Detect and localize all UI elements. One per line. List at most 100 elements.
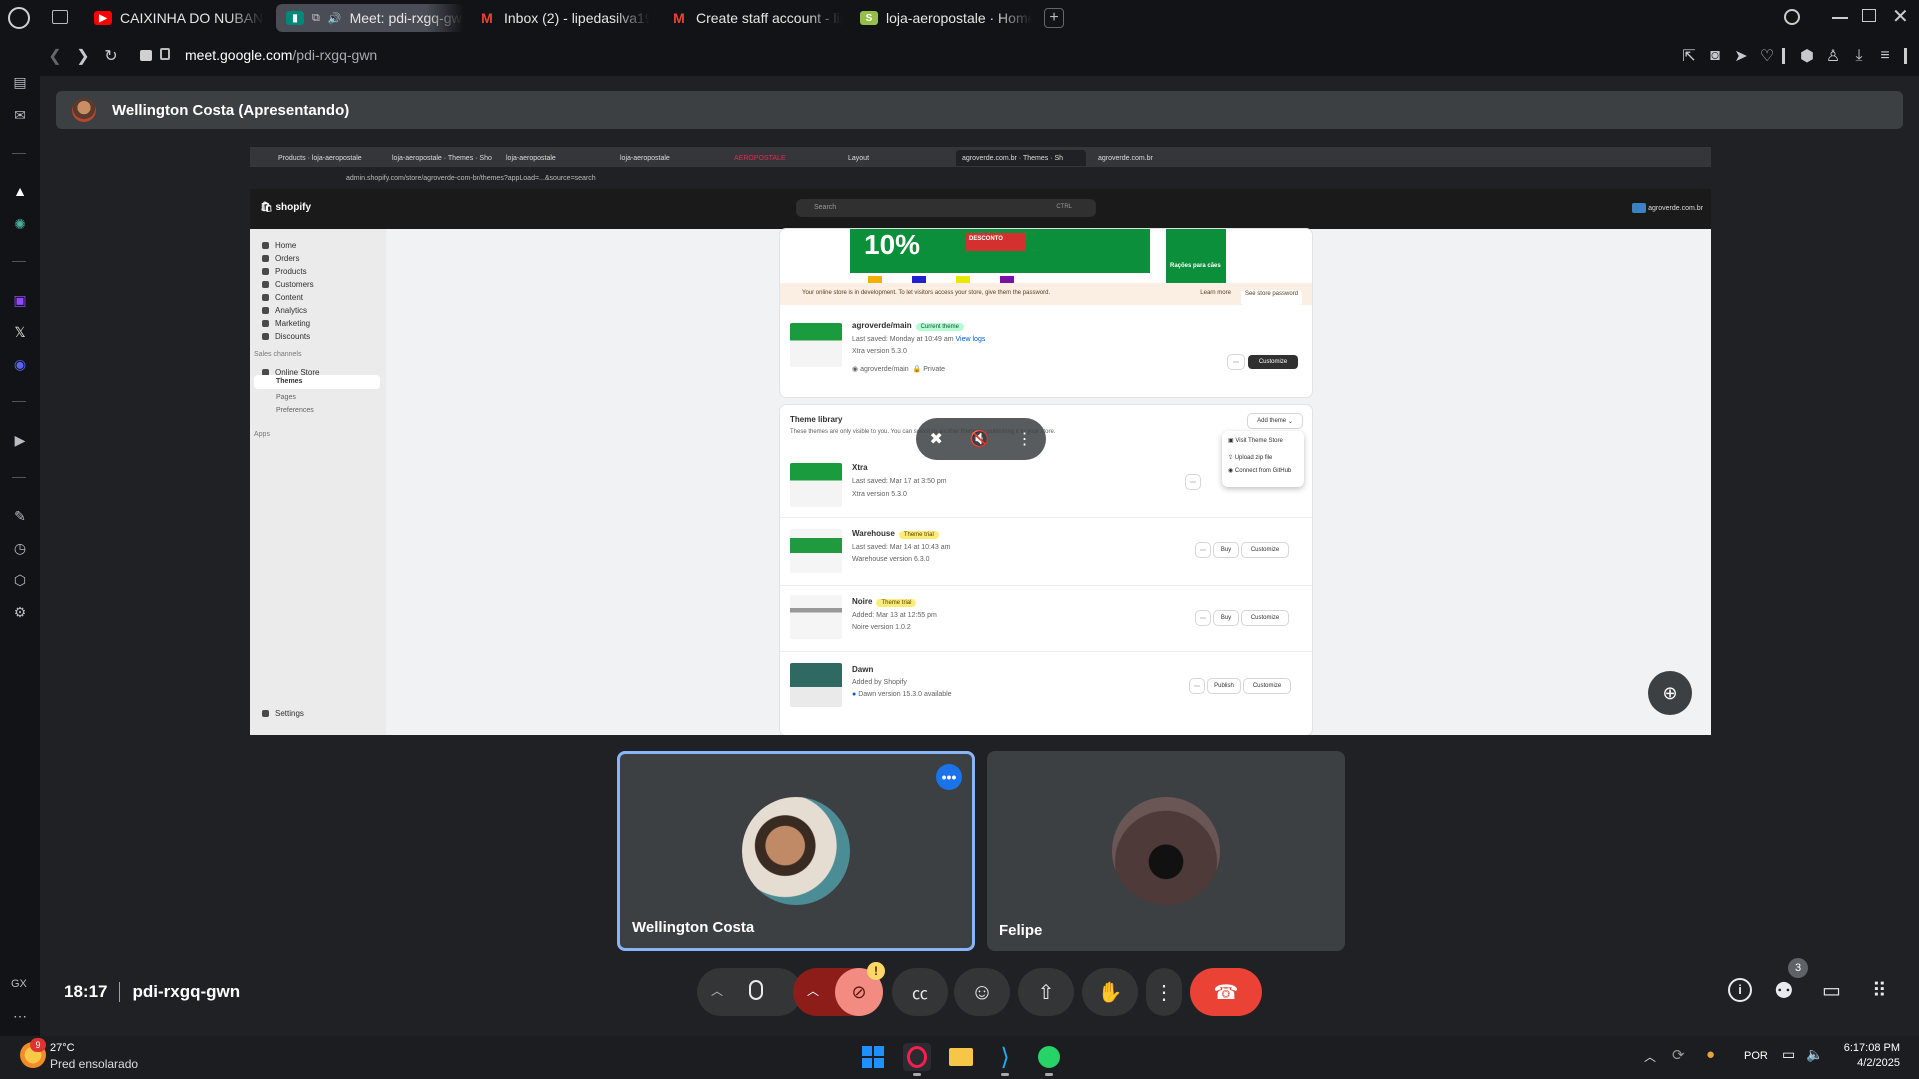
customize-button: Customize [1244, 679, 1290, 693]
more-actions-button: ⋯ [1186, 475, 1200, 489]
extensions-icon[interactable]: ⬡ [10, 570, 30, 590]
twitch-icon[interactable]: ▣ [10, 290, 30, 310]
snapshot-icon[interactable]: ◙ [1704, 45, 1726, 67]
mic-in-use-icon[interactable]: ● [1706, 1046, 1715, 1063]
participant-tile-wellington[interactable]: ••• Wellington Costa [617, 751, 975, 951]
shared-tab: AEROPOSTALE [734, 154, 786, 162]
network-icon[interactable]: ▭ [1782, 1046, 1795, 1063]
flow-icon[interactable]: ➤ [1730, 45, 1752, 67]
opera-gx-icon[interactable] [903, 1043, 931, 1071]
gmail-icon: M [481, 10, 493, 26]
presenter-banner: Wellington Costa (Apresentando) [56, 91, 1903, 129]
reload-icon[interactable]: ↻ [100, 45, 122, 67]
more-options-button[interactable]: ⋮ [1146, 968, 1182, 1016]
new-tab-icon[interactable]: + [1044, 8, 1064, 28]
more-actions-button: ⋯ [1196, 611, 1210, 625]
file-explorer-icon[interactable] [947, 1043, 975, 1071]
video-options-chevron-icon[interactable]: ︿ [807, 982, 819, 999]
back-icon[interactable]: ❮ [44, 45, 66, 67]
history-icon[interactable]: ◷ [10, 538, 30, 558]
dev-notice: Your online store is in development. To … [780, 283, 1312, 305]
zoom-icon[interactable]: ⊕ [1648, 671, 1692, 715]
restore-icon[interactable] [1862, 9, 1876, 22]
address-bar-row: ❮ ❯ ↻ meet.google.com/pdi-rxgq-gwn ⇱ ◙ ➤… [40, 36, 1919, 76]
clock-time[interactable]: 6:17:08 PM [1820, 1042, 1900, 1054]
meeting-time: 18:17 [64, 982, 108, 1001]
tab-gmail-inbox[interactable]: M Inbox (2) - lipedasilva1910 [468, 4, 650, 32]
more-options-icon[interactable]: ⋮ [1017, 429, 1033, 449]
bookmark-heart-icon[interactable]: ♡ [1756, 45, 1778, 67]
emoji-icon: ☺ [970, 979, 994, 1004]
more-icon[interactable]: ⋯ [10, 1006, 30, 1026]
close-icon[interactable]: ✕ [1892, 4, 1909, 29]
running-indicator [1045, 1073, 1053, 1076]
mute-presentation-icon[interactable]: 🔇 [970, 429, 990, 449]
speaking-indicator-icon[interactable]: ••• [936, 764, 962, 790]
tab-shopify[interactable]: S loja-aeropostale · Home · [850, 4, 1032, 32]
activities-icon[interactable]: ⠿ [1872, 978, 1887, 1003]
url-field[interactable]: meet.google.com/pdi-rxgq-gwn [185, 47, 377, 63]
apps-heading: Apps [254, 431, 270, 438]
gx-label[interactable]: GX [11, 978, 27, 990]
gmail-icon: M [673, 10, 685, 26]
extensions-icon[interactable]: ⬢ [1796, 45, 1818, 67]
tab-meet[interactable]: ▮ ⧉ 🔊 Meet: pdi-rxgq-gw [276, 4, 464, 32]
mail-icon[interactable]: ✉ [10, 105, 30, 125]
chat-icon[interactable]: ▭ [1822, 978, 1841, 1003]
profile-icon[interactable]: ♙ [1822, 45, 1844, 67]
easy-setup-icon[interactable]: ≡ [1874, 45, 1896, 67]
vscode-icon[interactable]: ⟩ [991, 1043, 1019, 1071]
weather-temp[interactable]: 27°C [50, 1042, 75, 1054]
shared-tab: agroverde.com.br [1098, 154, 1153, 162]
sync-icon[interactable]: ⟳ [1672, 1046, 1685, 1064]
tray-overflow-icon[interactable]: ︿ [1644, 1048, 1656, 1065]
pinboard-icon[interactable]: ✎ [10, 506, 30, 526]
camera-in-use-icon[interactable] [140, 50, 152, 61]
present-button[interactable]: ⇧ [1018, 968, 1074, 1016]
send-to-icon[interactable]: ⇱ [1678, 45, 1700, 67]
reactions-button[interactable]: ☺ [954, 968, 1010, 1016]
tab-youtube[interactable]: ▶ CAIXINHA DO NUBANK V [84, 4, 264, 32]
windows-start-icon[interactable] [859, 1043, 887, 1071]
raise-hand-button[interactable]: ✋ [1082, 968, 1138, 1016]
theme-thumb [790, 323, 842, 367]
unpin-icon[interactable]: ✖ [929, 429, 942, 449]
presentation-overlay-controls[interactable]: ✖ 🔇 ⋮ [916, 418, 1046, 460]
chatgpt-icon[interactable]: ✺ [10, 214, 30, 234]
tab-gmail-staff[interactable]: M Create staff account - lip [660, 4, 842, 32]
leave-call-button[interactable]: ☎ [1190, 968, 1262, 1016]
lock-icon[interactable] [160, 48, 170, 60]
nav-preferences: Preferences [276, 407, 314, 414]
discord-icon[interactable]: ◉ [10, 354, 30, 374]
workspaces-icon[interactable]: ▤ [10, 72, 30, 92]
presenter-avatar [72, 98, 96, 122]
running-indicator [1001, 1073, 1009, 1076]
microphone-icon[interactable] [749, 980, 763, 1000]
weather-desc[interactable]: Pred ensolarado [50, 1057, 138, 1071]
hand-icon: ✋ [1097, 981, 1123, 1004]
language-indicator[interactable]: POR [1744, 1050, 1768, 1062]
people-icon[interactable]: ⚉ [1774, 978, 1794, 1004]
clock-date[interactable]: 4/2/2025 [1820, 1057, 1900, 1069]
divider [12, 477, 26, 478]
aria-icon[interactable]: ▲ [10, 181, 30, 201]
forward-icon[interactable]: ❯ [72, 45, 94, 67]
player-icon[interactable]: ▶ [10, 430, 30, 450]
meeting-details-icon[interactable]: i [1728, 978, 1752, 1002]
x-twitter-icon[interactable]: 𝕏 [10, 322, 30, 342]
browser-tab-bar: ▶ CAIXINHA DO NUBANK V ▮ ⧉ 🔊 Meet: pdi-r… [0, 0, 1919, 36]
participant-tile-felipe[interactable]: Felipe [987, 751, 1345, 951]
tab-manager-icon[interactable] [52, 10, 68, 24]
captions-button[interactable]: ㏄ [892, 968, 948, 1016]
participant-name: Wellington Costa [632, 919, 755, 936]
divider [780, 517, 1312, 518]
download-icon[interactable]: ⤓ [1848, 45, 1870, 67]
shared-screen: Products · loja-aeropostale loja-aeropos… [250, 147, 1711, 735]
opera-menu-icon[interactable] [8, 7, 30, 29]
whatsapp-icon[interactable] [1035, 1043, 1063, 1071]
separator [119, 982, 121, 1002]
minimize-icon[interactable] [1832, 17, 1848, 19]
audio-options-chevron-icon[interactable]: ︿ [711, 982, 723, 999]
settings-icon[interactable]: ⚙ [10, 602, 30, 622]
search-icon[interactable] [1784, 9, 1800, 25]
